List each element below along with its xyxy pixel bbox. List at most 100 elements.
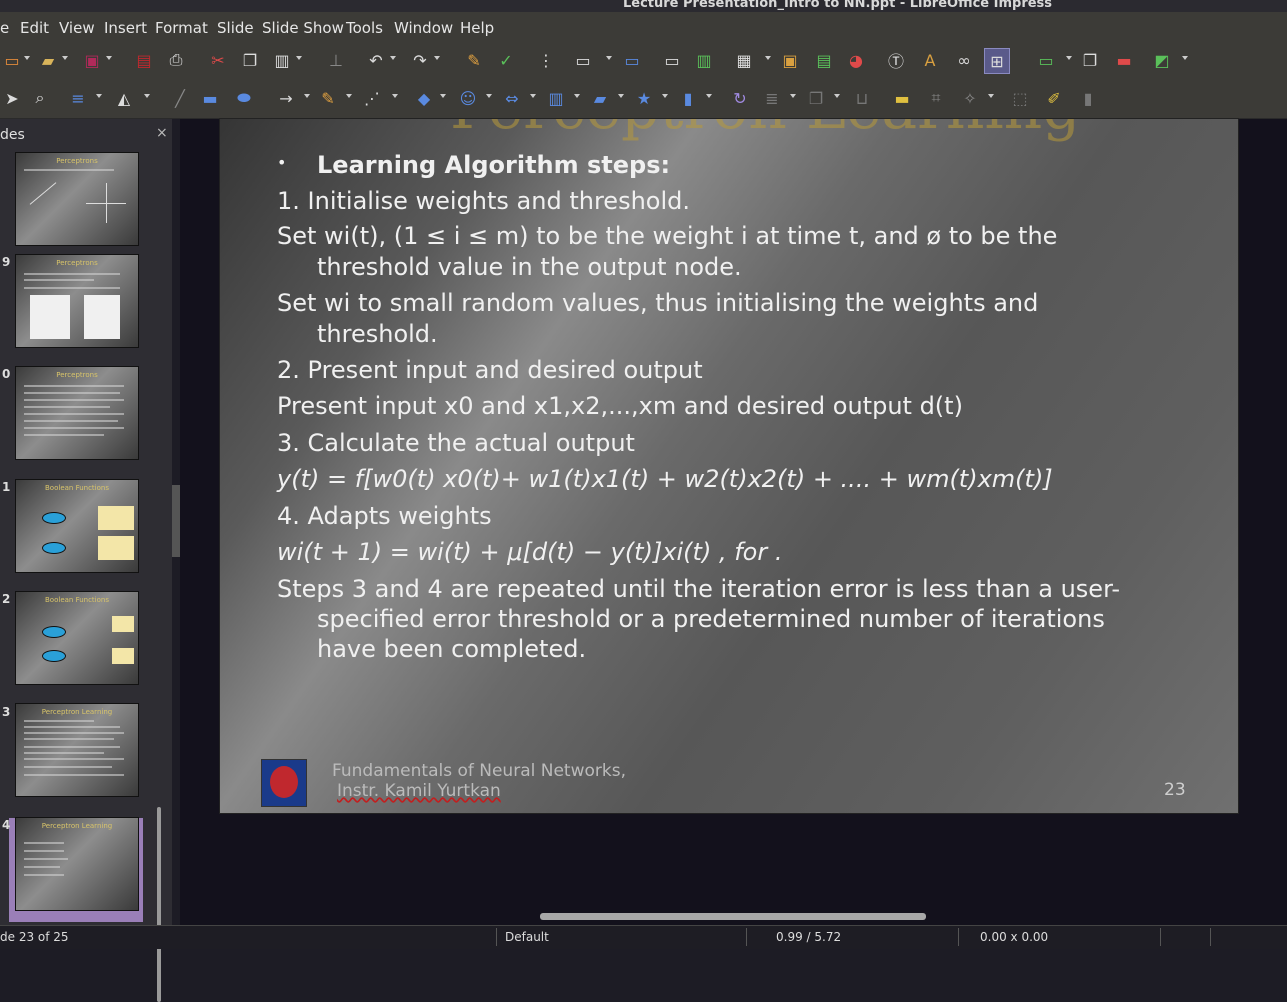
new-slide-icon[interactable]: ▭ [1034, 48, 1058, 72]
bullet-icon: • [277, 153, 287, 172]
hyperlink-icon[interactable]: ∞ [952, 48, 976, 72]
thumb-title: Perceptron Learning [41, 708, 113, 716]
crop-icon[interactable]: ⌗ [924, 86, 948, 110]
display-views-icon[interactable]: ▭ [568, 48, 598, 72]
fill-color-icon[interactable]: ◭ [112, 86, 136, 110]
footer-course[interactable]: Fundamentals of Neural Networks, [332, 761, 626, 781]
slide-canvas[interactable]: Perceptron Learning • Learning Algorithm… [219, 118, 1239, 814]
undo-icon[interactable]: ↶ [364, 48, 388, 72]
slide-text-line[interactable]: 3. Calculate the actual output [277, 428, 635, 458]
textbox-icon[interactable]: Ⓣ [884, 48, 908, 72]
filter-icon[interactable]: ✧ [958, 86, 982, 110]
copy-icon[interactable]: ❐ [238, 48, 262, 72]
menu-window[interactable]: Window [394, 19, 453, 37]
delete-slide-icon[interactable]: ▬ [1112, 48, 1136, 72]
line-icon[interactable]: ╱ [168, 86, 192, 110]
points-edit-icon[interactable]: ⬚ [1008, 86, 1032, 110]
slide-text-line[interactable]: 2. Present input and desired output [277, 355, 703, 385]
navigator-icon[interactable]: ⊞ [984, 48, 1010, 74]
extrusion-icon[interactable]: ▮ [1076, 86, 1100, 110]
slide-heading[interactable]: Learning Algorithm steps: [317, 150, 670, 180]
table-icon[interactable]: ▦ [732, 48, 756, 72]
glue-points-icon[interactable]: ✐ [1042, 86, 1066, 110]
redo-icon[interactable]: ↷ [408, 48, 432, 72]
menu-slide-show[interactable]: Slide Show [262, 19, 344, 37]
menu-tools[interactable]: Tools [346, 19, 383, 37]
slide-text-line[interactable]: Present input x0 and x1,x2,...,xm and de… [277, 391, 963, 421]
export-pdf-icon[interactable]: ▤ [132, 48, 156, 72]
block-arrows-icon[interactable]: ⇔ [500, 86, 524, 110]
callouts-icon[interactable]: ▰ [588, 86, 612, 110]
menu-insert[interactable]: Insert [104, 19, 147, 37]
slides-pane-scrollbar[interactable] [157, 807, 161, 1002]
new-icon[interactable]: ▭ [0, 48, 24, 72]
start-slideshow-icon[interactable]: ▭ [660, 48, 684, 72]
menu-edit[interactable]: Edit [20, 19, 49, 37]
slide-thumbnail[interactable]: Perceptron Learning [15, 817, 139, 911]
paste-icon[interactable]: ▥ [270, 48, 294, 72]
chart-icon[interactable]: ◕ [844, 48, 868, 72]
slide-text-line[interactable]: have been completed. [317, 634, 586, 664]
spelling-icon[interactable]: ✓ [494, 48, 518, 72]
close-icon[interactable]: × [156, 125, 168, 141]
footer-instructor[interactable]: Instr. Kamil Yurtkan [337, 781, 501, 801]
open-icon[interactable]: ▰ [36, 48, 60, 72]
slide-text-line[interactable]: Set wi to small random values, thus init… [277, 288, 1038, 318]
align-icon[interactable]: ≣ [760, 86, 784, 110]
slide-thumbnail[interactable]: Perceptrons [15, 254, 139, 348]
slide-thumbnail-selected[interactable]: Perceptron Learning [15, 703, 139, 797]
slide-text-line[interactable]: threshold value in the output node. [317, 252, 742, 282]
stars-icon[interactable]: ★ [632, 86, 656, 110]
line-color-icon[interactable]: ≡ [66, 86, 90, 110]
menu-view[interactable]: View [59, 19, 95, 37]
slide-formula[interactable]: wi(t + 1) = wi(t) + μ[d(t) − y(t)]xi(t) … [277, 537, 782, 567]
menu-help[interactable]: Help [460, 19, 494, 37]
rotate-icon[interactable]: ↻ [728, 86, 752, 110]
menu-format[interactable]: Format [155, 19, 208, 37]
pane-splitter-handle[interactable] [172, 485, 180, 557]
shadow-icon[interactable]: ▬ [890, 86, 914, 110]
cut-icon[interactable]: ✂ [206, 48, 230, 72]
slide-text-line[interactable]: 4. Adapts weights [277, 501, 492, 531]
arrange-icon[interactable]: ❐ [804, 86, 828, 110]
master-slide-icon[interactable]: ▭ [620, 48, 644, 72]
slide-thumbnail[interactable]: Boolean Functions [15, 479, 139, 573]
clone-formatting-icon[interactable]: ⊥ [324, 48, 348, 72]
symbol-shapes-icon[interactable]: ☺ [456, 86, 480, 110]
slide-text-line[interactable]: threshold. [317, 319, 438, 349]
points-icon[interactable]: ⋰ [360, 86, 384, 110]
fontwork-icon[interactable]: A [918, 48, 942, 72]
slide-thumbnail[interactable]: Perceptrons [15, 152, 139, 246]
slide-title[interactable]: Perceptron Learning [450, 119, 1081, 143]
horizontal-scrollbar[interactable] [540, 913, 926, 920]
menu-slide[interactable]: Slide [217, 19, 254, 37]
slide-thumbnail[interactable]: Perceptrons [15, 366, 139, 460]
menu-file[interactable]: e [0, 19, 9, 37]
slideshow-current-icon[interactable]: ▥ [692, 48, 716, 72]
slide-layout-icon[interactable]: ◩ [1150, 48, 1174, 72]
slide-text-line[interactable]: Set wi(t), (1 ≤ i ≤ m) to be the weight … [277, 221, 1057, 251]
ellipse-icon[interactable]: ⬬ [232, 86, 256, 110]
3d-objects-icon[interactable]: ▮ [676, 86, 700, 110]
grid-icon[interactable]: ⋮ [534, 48, 558, 72]
image-icon[interactable]: ▣ [778, 48, 802, 72]
slide-thumbnail[interactable]: Boolean Functions [15, 591, 139, 685]
slide-text-line[interactable]: Steps 3 and 4 are repeated until the ite… [277, 574, 1120, 604]
basic-shapes-icon[interactable]: ◆ [412, 86, 436, 110]
select-icon[interactable]: ➤ [0, 86, 24, 110]
rectangle-icon[interactable]: ▬ [198, 86, 222, 110]
layout-name[interactable]: Default [505, 930, 549, 944]
slide-text-line[interactable]: 1. Initialise weights and threshold. [277, 186, 690, 216]
print-icon[interactable]: ⎙ [164, 48, 188, 72]
line-arrow-icon[interactable]: → [274, 86, 298, 110]
zoom-icon[interactable]: ⌕ [28, 86, 52, 110]
slide-text-line[interactable]: specified error threshold or a predeterm… [317, 604, 1105, 634]
save-icon[interactable]: ▣ [80, 48, 104, 72]
find-replace-icon[interactable]: ✎ [462, 48, 486, 72]
flowchart-icon[interactable]: ▥ [544, 86, 568, 110]
media-icon[interactable]: ▤ [812, 48, 836, 72]
slide-formula[interactable]: y(t) = f[w0(t) x0(t)+ w1(t)x1(t) + w2(t)… [277, 464, 1053, 494]
curve-icon[interactable]: ✎ [316, 86, 340, 110]
distribute-icon[interactable]: ⊔ [850, 86, 874, 110]
duplicate-slide-icon[interactable]: ❐ [1078, 48, 1102, 72]
